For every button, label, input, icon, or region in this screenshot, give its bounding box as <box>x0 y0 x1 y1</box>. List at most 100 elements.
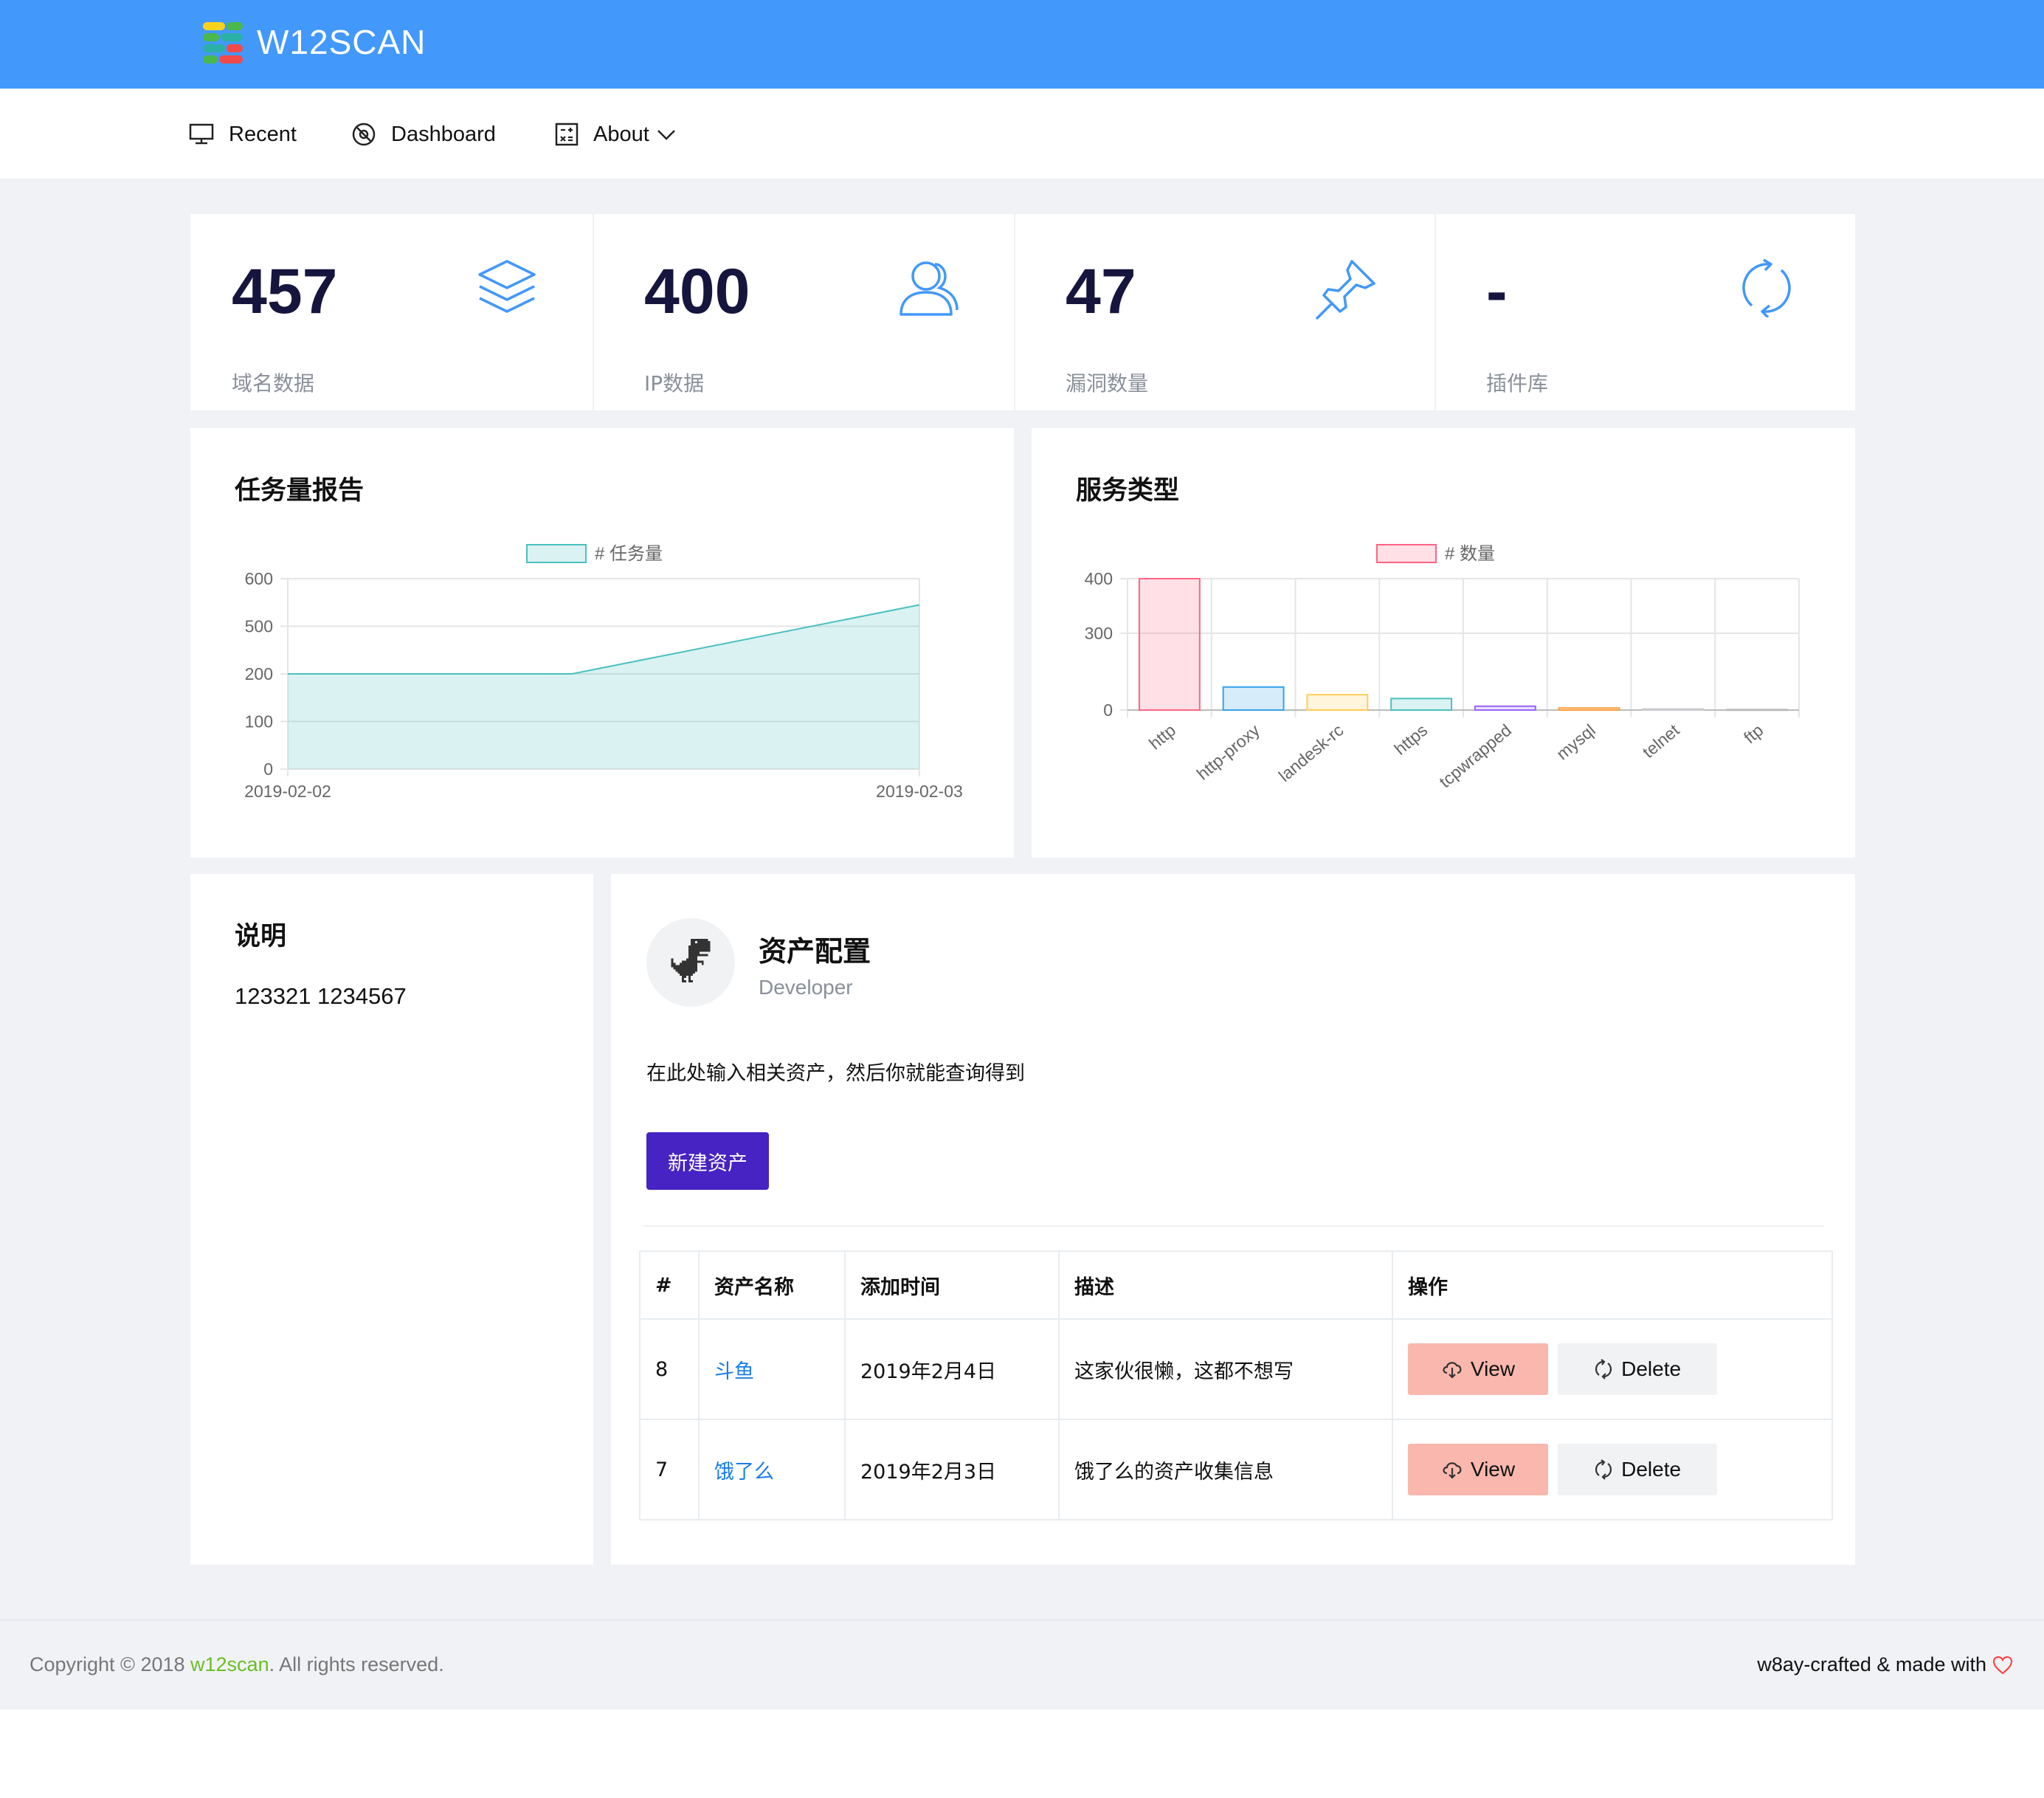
heart-icon <box>1992 1656 2013 1674</box>
cell-id: 7 <box>639 1419 700 1520</box>
asset-name-link[interactable]: 斗鱼 <box>714 1360 754 1383</box>
services-chart-card: 服务类型 # 数量 0 300 400 http http-proxy landesk-rc… <box>1032 428 1855 858</box>
stat-label: 漏洞数量 <box>1066 371 1149 396</box>
refresh-icon <box>1595 1459 1612 1480</box>
services-bar-chart: # 数量 0 300 400 http http-proxy landesk-rc https… <box>1085 544 1800 791</box>
x-tick-label: landesk-rc <box>1275 720 1347 785</box>
app-title[interactable]: W12SCAN <box>257 22 426 62</box>
assets-table: # 资产名称 添加时间 描述 操作 8 斗鱼 2019年2月4日 这家伙很懒，这… <box>639 1250 1833 1520</box>
column-header-desc: 描述 <box>1058 1250 1393 1320</box>
stat-value: 457 <box>232 256 338 327</box>
pin-icon <box>1315 260 1375 320</box>
table-row: 8 斗鱼 2019年2月4日 这家伙很懒，这都不想写 View Delete <box>639 1318 1833 1420</box>
stat-vulns: 47 漏洞数量 <box>1015 214 1434 410</box>
x-tick-label: 2019-02-03 <box>876 782 963 801</box>
x-tick-label: mysql <box>1553 720 1599 764</box>
tasks-area-chart: # 任务量 0 100 200 500 600 2019-02-02 2019-02-03 <box>244 544 963 801</box>
x-tick-label: http <box>1145 720 1179 754</box>
notes-card: 说明 123321 1234567 <box>190 874 593 1565</box>
bar-mysql <box>1558 707 1620 711</box>
x-tick-label: https <box>1390 720 1431 759</box>
view-button[interactable]: View <box>1408 1444 1548 1495</box>
view-label: View <box>1470 1357 1516 1380</box>
y-tick-label: 600 <box>245 569 273 588</box>
area-fill <box>288 604 919 769</box>
legend-label: # 任务量 <box>595 544 663 564</box>
legend-swatch <box>526 544 587 563</box>
y-tick-label: 100 <box>245 712 273 731</box>
crafted-label: w8ay-crafted & made with <box>1757 1653 1986 1675</box>
chevron-down-icon <box>657 130 675 140</box>
stats-card: 457 域名数据 400 IP数据 47 漏洞数量 - 插件库 <box>190 214 1855 410</box>
notes-title: 说明 <box>235 922 287 951</box>
y-tick-label: 0 <box>1103 700 1113 720</box>
y-tick-label: 0 <box>263 760 273 779</box>
table-row: 7 饿了么 2019年2月3日 饿了么的资产收集信息 View Delete <box>639 1419 1833 1520</box>
legend-label: # 数量 <box>1445 544 1495 564</box>
table-header-row: # 资产名称 添加时间 描述 操作 <box>639 1250 1833 1320</box>
x-tick-label: ftp <box>1740 720 1767 747</box>
stat-label: 域名数据 <box>232 371 315 396</box>
assets-description: 在此处输入相关资产，然后你就能查询得到 <box>646 1062 1025 1085</box>
nav-item-about[interactable]: About <box>555 118 676 151</box>
dashboard-icon <box>352 123 376 146</box>
stat-value: 400 <box>644 256 750 327</box>
copyright-suffix: . All rights reserved. <box>269 1653 444 1675</box>
footer-brand-link[interactable]: w12scan <box>190 1653 269 1675</box>
nav-label-dashboard: Dashboard <box>391 122 496 146</box>
stat-ips: 400 IP数据 <box>594 214 1015 410</box>
nav-item-dashboard[interactable]: Dashboard <box>351 118 496 151</box>
column-header-name: 资产名称 <box>698 1250 846 1320</box>
delete-label: Delete <box>1621 1458 1682 1481</box>
copyright-prefix: Copyright © 2018 <box>30 1653 191 1675</box>
x-tick-label: tcpwrapped <box>1435 720 1515 791</box>
cell-actions: View Delete <box>1392 1419 1833 1520</box>
nav-item-recent[interactable]: Recent <box>189 118 297 151</box>
bar-https <box>1390 698 1453 711</box>
bar-landesk-rc <box>1306 694 1369 712</box>
column-header-date: 添加时间 <box>844 1250 1060 1320</box>
stat-label: 插件库 <box>1486 371 1549 396</box>
top-header: W12SCAN <box>0 0 2044 89</box>
new-asset-button[interactable]: 新建资产 <box>646 1132 769 1190</box>
x-tick-label: telnet <box>1639 720 1683 762</box>
copyright-text: Copyright © 2018 w12scan. All rights res… <box>30 1653 444 1676</box>
cell-desc: 这家伙很懒，这都不想写 <box>1058 1318 1393 1420</box>
layers-icon <box>478 260 536 313</box>
footer: Copyright © 2018 w12scan. All rights res… <box>0 1619 2044 1709</box>
logo-icon[interactable] <box>203 21 244 63</box>
stat-label: IP数据 <box>644 371 705 396</box>
y-tick-label: 400 <box>1085 569 1113 588</box>
users-icon <box>900 261 959 316</box>
cloud-download-icon <box>1443 1462 1462 1479</box>
delete-button[interactable]: Delete <box>1557 1444 1717 1495</box>
notes-text: 123321 1234567 <box>235 983 407 1009</box>
view-label: View <box>1470 1458 1516 1481</box>
assets-card: 资产配置 Developer 在此处输入相关资产，然后你就能查询得到 新建资产 … <box>611 874 1855 1565</box>
tasks-chart-card: 任务量报告 # 任务量 0 100 200 500 600 2019-02-02 2019-0… <box>190 428 1014 858</box>
y-tick-label: 200 <box>245 664 273 683</box>
monitor-icon <box>189 123 214 145</box>
dinosaur-icon <box>671 939 711 983</box>
delete-button[interactable]: Delete <box>1557 1343 1717 1395</box>
top-nav: Recent Dashboard About <box>0 89 2044 179</box>
cell-actions: View Delete <box>1392 1318 1833 1420</box>
y-tick-label: 500 <box>245 617 273 636</box>
main-content: 457 域名数据 400 IP数据 47 漏洞数量 - 插件库 任务量报告 # … <box>0 179 2044 1619</box>
view-button[interactable]: View <box>1408 1343 1548 1395</box>
nav-label-about: About <box>593 122 649 146</box>
divider <box>643 1225 1824 1227</box>
delete-label: Delete <box>1621 1357 1682 1380</box>
cloud-download-icon <box>1443 1362 1462 1379</box>
refresh-icon[interactable] <box>1737 258 1796 317</box>
y-tick-label: 300 <box>1085 624 1113 643</box>
stat-value: 47 <box>1066 256 1136 327</box>
asset-name-link[interactable]: 饿了么 <box>714 1461 774 1484</box>
avatar <box>646 918 735 1007</box>
cell-desc: 饿了么的资产收集信息 <box>1058 1419 1393 1520</box>
bar-ftp <box>1726 709 1789 712</box>
x-tick-label: http-proxy <box>1193 720 1263 784</box>
bar-http <box>1138 578 1201 711</box>
assets-title: 资产配置 <box>759 935 871 968</box>
crafted-text: w8ay-crafted & made with <box>1757 1653 2013 1676</box>
